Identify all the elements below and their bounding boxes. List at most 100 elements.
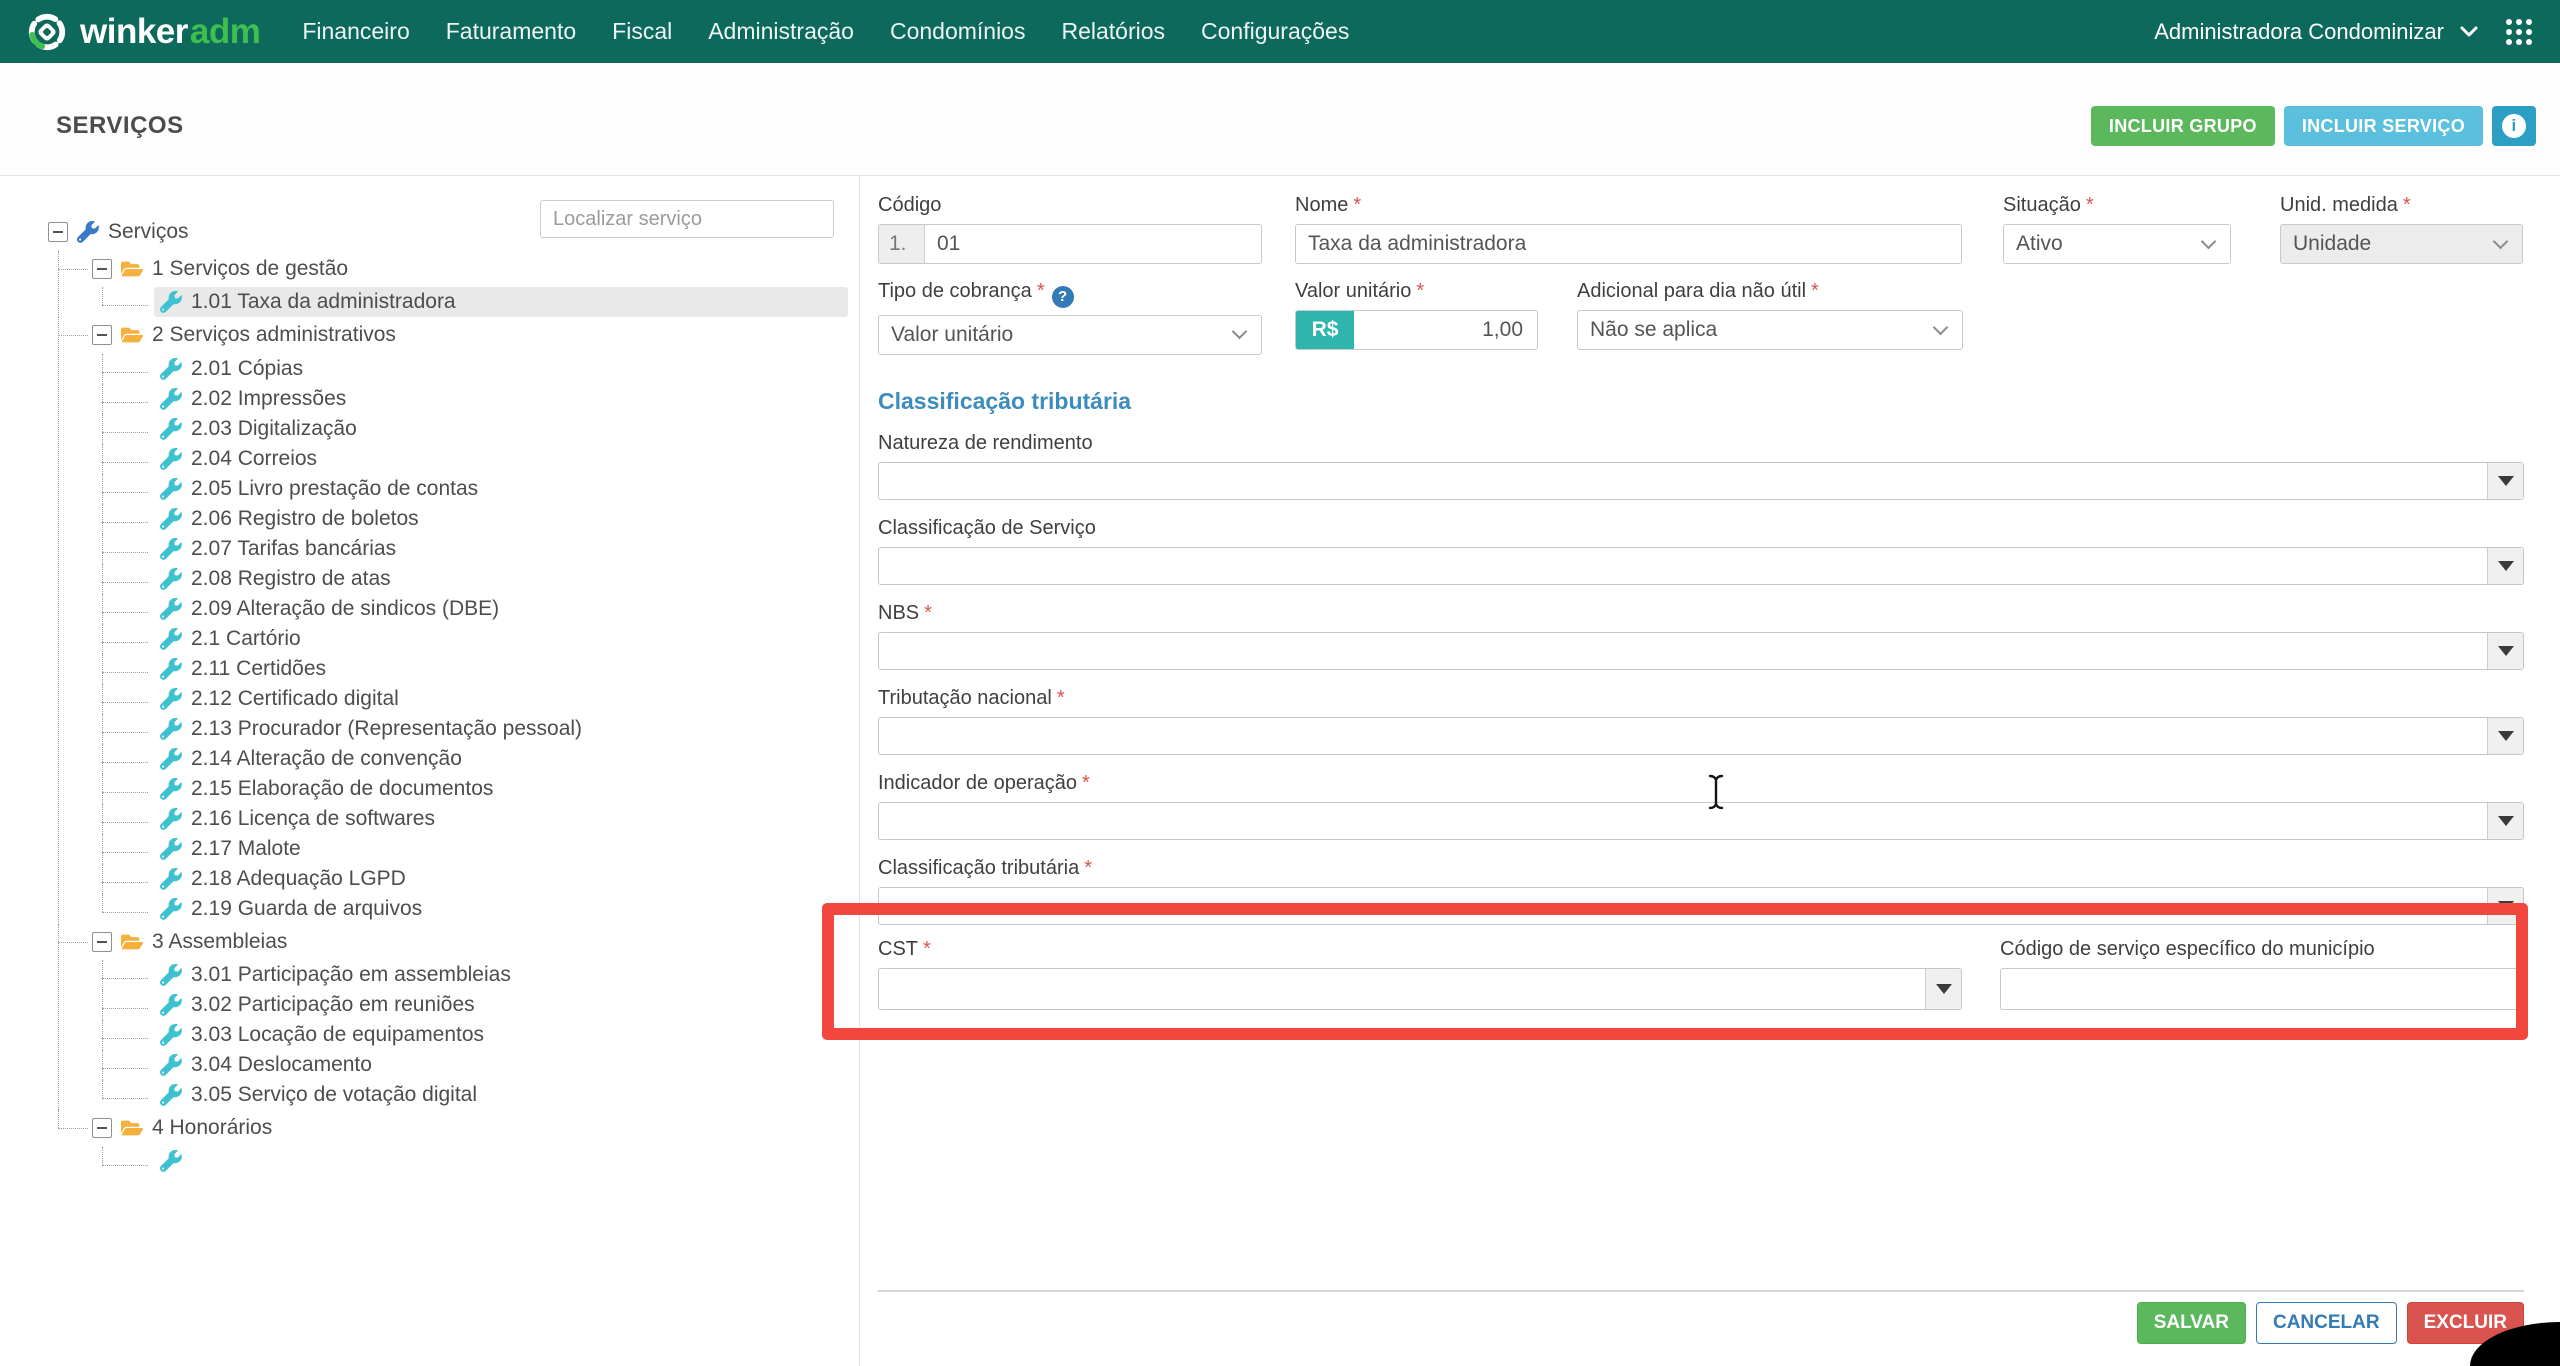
required-asterisk: * <box>923 938 931 960</box>
cst-select[interactable] <box>878 968 1962 1010</box>
tree-item-3-02-participacao-em-reunioes[interactable]: 3.02 Participação em reuniões <box>154 990 848 1020</box>
codigo-input[interactable]: 1. 01 <box>878 224 1262 264</box>
tributacao-nacional-select[interactable] <box>878 717 2524 755</box>
nav-item-condominios[interactable]: Condomínios <box>890 18 1026 45</box>
nav-item-configuracoes[interactable]: Configurações <box>1201 18 1349 45</box>
tree-group-label[interactable]: 4 Honorários <box>152 1116 272 1140</box>
tree-item-cut-off[interactable] <box>154 1147 848 1175</box>
tree-item-label: 2.14 Alteração de convenção <box>191 747 462 771</box>
tree-item-label: 2.04 Correios <box>191 447 317 471</box>
logo[interactable]: winkeradm <box>26 11 260 53</box>
tree-item-2-14-alteracao-de-convencao[interactable]: 2.14 Alteração de convenção <box>154 744 848 774</box>
tree-item <box>102 1147 848 1175</box>
tree-item: 2.16 Licença de softwares <box>102 804 848 834</box>
wrench-icon <box>160 1054 182 1076</box>
tree-item: 2.11 Certidões <box>102 654 848 684</box>
classificacao-de-servico-select[interactable] <box>878 547 2524 585</box>
tree-item-3-01-participacao-em-assembleias[interactable]: 3.01 Participação em assembleias <box>154 960 848 990</box>
nav-item-faturamento[interactable]: Faturamento <box>446 18 576 45</box>
tree-item-2-09-alteracao-de-sindicos-dbe[interactable]: 2.09 Alteração de sindicos (DBE) <box>154 594 848 624</box>
indicador-de-operacao-select[interactable] <box>878 802 2524 840</box>
tree-item: 2.19 Guarda de arquivos <box>102 894 848 924</box>
cancel-button[interactable]: CANCELAR <box>2256 1302 2397 1344</box>
tree-item-2-05-livro-prestacao-de-contas[interactable]: 2.05 Livro prestação de contas <box>154 474 848 504</box>
valor-unitario-input[interactable]: R$ 1,00 <box>1295 310 1538 350</box>
tree-root-label[interactable]: Serviços <box>108 220 189 244</box>
tree-group-label[interactable]: 2 Serviços administrativos <box>152 323 396 347</box>
logo-text-secondary: adm <box>190 12 260 51</box>
tree-item-2-18-adequacao-lgpd[interactable]: 2.18 Adequação LGPD <box>154 864 848 894</box>
tree-item-2-06-registro-de-boletos[interactable]: 2.06 Registro de boletos <box>154 504 848 534</box>
tree-item: 1.01 Taxa da administradora <box>102 287 848 317</box>
nbs-select[interactable] <box>878 632 2524 670</box>
nav-item-financeiro[interactable]: Financeiro <box>302 18 409 45</box>
account-switcher[interactable]: Administradora Condominizar <box>2154 19 2444 45</box>
situacao-select[interactable]: Ativo <box>2003 224 2231 264</box>
tree-item-2-04-correios[interactable]: 2.04 Correios <box>154 444 848 474</box>
tree-item-2-1-cartorio[interactable]: 2.1 Cartório <box>154 624 848 654</box>
tree-item-2-12-certificado-digital[interactable]: 2.12 Certificado digital <box>154 684 848 714</box>
nav-item-administracao[interactable]: Administração <box>708 18 854 45</box>
tree-expander[interactable] <box>92 932 112 952</box>
wrench-icon <box>160 598 182 620</box>
tree-item-2-17-malote[interactable]: 2.17 Malote <box>154 834 848 864</box>
wrench-icon <box>160 808 182 830</box>
tree-item-2-07-tarifas-bancarias[interactable]: 2.07 Tarifas bancárias <box>154 534 848 564</box>
classificacao-tributaria-select[interactable] <box>878 887 2524 925</box>
tree-item-label: 2.05 Livro prestação de contas <box>191 477 478 501</box>
tipo-cobranca-select[interactable]: Valor unitário <box>878 315 1262 355</box>
tree-group-label[interactable]: 3 Assembleias <box>152 930 287 954</box>
include-service-button[interactable]: INCLUIR SERVIÇO <box>2284 106 2483 146</box>
natureza-de-rendimento-select[interactable] <box>878 462 2524 500</box>
tree-expander[interactable] <box>48 222 68 242</box>
currency-badge: R$ <box>1296 311 1354 349</box>
nav-item-relatorios[interactable]: Relatórios <box>1061 18 1165 45</box>
tree-item-3-03-locacao-de-equipamentos[interactable]: 3.03 Locação de equipamentos <box>154 1020 848 1050</box>
tree-item: 2.07 Tarifas bancárias <box>102 534 848 564</box>
tree-expander[interactable] <box>92 325 112 345</box>
tree-item-2-08-registro-de-atas[interactable]: 2.08 Registro de atas <box>154 564 848 594</box>
tree-expander[interactable] <box>92 259 112 279</box>
save-button[interactable]: SALVAR <box>2137 1302 2246 1344</box>
tree-item-2-16-licenca-de-softwares[interactable]: 2.16 Licença de softwares <box>154 804 848 834</box>
info-button[interactable] <box>2492 106 2536 146</box>
codigo-municipio-input[interactable] <box>2000 968 2524 1010</box>
nav-item-fiscal[interactable]: Fiscal <box>612 18 672 45</box>
tree-item-2-15-elaboracao-de-documentos[interactable]: 2.15 Elaboração de documentos <box>154 774 848 804</box>
dropdown-arrow-icon <box>2487 803 2523 839</box>
tree-item: 2.12 Certificado digital <box>102 684 848 714</box>
field-situacao: Situação* Ativo <box>2003 194 2231 264</box>
wrench-icon <box>160 508 182 530</box>
required-asterisk: * <box>924 602 932 624</box>
wrench-icon <box>160 1084 182 1106</box>
tree-expander[interactable] <box>92 1118 112 1138</box>
help-icon[interactable] <box>1052 286 1074 308</box>
service-form-panel: Código 1. 01 Nome* Taxa da administrador… <box>860 176 2560 1366</box>
tree-item-3-05-servico-de-votacao-digital[interactable]: 3.05 Serviço de votação digital <box>154 1080 848 1110</box>
services-tree-panel: Serviços 1 Serviços de gestão 1.01 Taxa da… <box>0 176 860 1366</box>
adicional-select[interactable]: Não se aplica <box>1577 310 1963 350</box>
tree-item-1-01-taxa-da-administradora[interactable]: 1.01 Taxa da administradora <box>154 287 848 317</box>
top-navigation-bar: winkeradm Financeiro Faturamento Fiscal Adm… <box>0 0 2560 63</box>
codigo-prefix: 1. <box>879 225 925 263</box>
tree-item-2-11-certidoes[interactable]: 2.11 Certidões <box>154 654 848 684</box>
nome-input[interactable]: Taxa da administradora <box>1295 224 1962 264</box>
tree-item-2-03-digitalizacao[interactable]: 2.03 Digitalização <box>154 414 848 444</box>
chevron-down-icon <box>1232 324 1248 340</box>
tree-item-label: 2.15 Elaboração de documentos <box>191 777 493 801</box>
tree-item-2-13-procurador-representacao-pessoal[interactable]: 2.13 Procurador (Representação pessoal) <box>154 714 848 744</box>
tree-item-2-02-impressoes[interactable]: 2.02 Impressões <box>154 384 848 414</box>
tree-item-2-19-guarda-de-arquivos[interactable]: 2.19 Guarda de arquivos <box>154 894 848 924</box>
tree-item-label: 2.18 Adequação LGPD <box>191 867 406 891</box>
tree-item-2-01-copias[interactable]: 2.01 Cópias <box>154 354 848 384</box>
field-indicador-de-operacao: Indicador de operação* <box>878 772 2524 840</box>
tree-item-label: 2.19 Guarda de arquivos <box>191 897 422 921</box>
include-group-button[interactable]: INCLUIR GRUPO <box>2091 106 2275 146</box>
tree-item: 2.08 Registro de atas <box>102 564 848 594</box>
tree-item-3-04-deslocamento[interactable]: 3.04 Deslocamento <box>154 1050 848 1080</box>
chevron-down-icon[interactable] <box>2460 26 2478 38</box>
unid-medida-select[interactable]: Unidade <box>2280 224 2523 264</box>
tree-group-label[interactable]: 1 Serviços de gestão <box>152 257 348 281</box>
field-label: CST* <box>878 938 1962 961</box>
apps-grid-icon[interactable] <box>2504 17 2534 47</box>
